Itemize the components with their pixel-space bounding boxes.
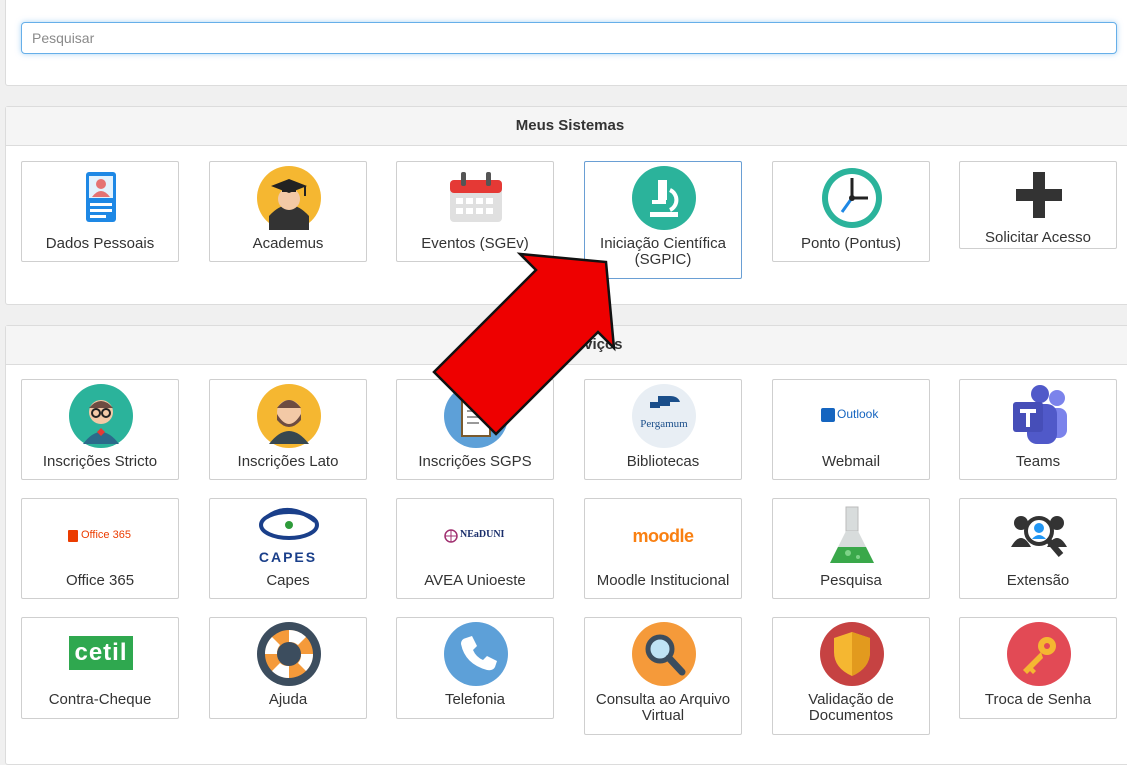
- tile-label: Pesquisa: [820, 572, 882, 589]
- tile-office365[interactable]: Office 365 Office 365: [21, 498, 179, 599]
- document-icon: [444, 384, 508, 448]
- tile-avea-unioeste[interactable]: NEaDUNI AVEA Unioeste: [396, 498, 554, 599]
- neaduni-logo-text: NEaDUNI: [460, 529, 505, 540]
- tile-eventos[interactable]: Eventos (SGEv): [396, 161, 554, 262]
- tile-ajuda[interactable]: Ajuda: [209, 617, 367, 719]
- tile-inscricoes-sgps[interactable]: Inscrições SGPS: [396, 379, 554, 480]
- magnifier-icon: [632, 622, 696, 686]
- plus-icon: [1016, 172, 1062, 218]
- tile-pesquisa[interactable]: Pesquisa: [772, 498, 930, 599]
- people-group-icon: [1011, 516, 1067, 557]
- graduate-icon: [257, 166, 321, 230]
- cetil-logo: cetil: [69, 636, 133, 670]
- lifebuoy-icon: [257, 622, 321, 686]
- tile-inscricoes-stricto[interactable]: Inscrições Stricto: [21, 379, 179, 480]
- tile-extensao[interactable]: Extensão: [959, 498, 1117, 599]
- tile-label: Solicitar Acesso: [985, 229, 1091, 246]
- tile-solicitar-acesso[interactable]: Solicitar Acesso: [959, 161, 1117, 249]
- tile-contra-cheque[interactable]: cetil Contra-Cheque: [21, 617, 179, 719]
- tile-label: AVEA Unioeste: [424, 572, 526, 589]
- microscope-icon: [632, 166, 696, 230]
- tile-iniciacao-cientifica[interactable]: Iniciação Científica (SGPIC): [584, 161, 742, 279]
- capes-logo-text: CAPES: [258, 549, 318, 565]
- neaduni-icon: [444, 529, 458, 543]
- professor-icon: [69, 384, 133, 448]
- tile-label: Troca de Senha: [984, 691, 1092, 708]
- id-card-icon: [86, 172, 116, 222]
- tile-label: Dados Pessoais: [45, 235, 155, 252]
- office365-logo-text: Office 365: [81, 529, 131, 541]
- tile-teams[interactable]: Teams: [959, 379, 1117, 480]
- tile-label: Teams: [1015, 453, 1061, 470]
- tile-label: Moodle Institucional: [596, 572, 730, 589]
- moodle-logo-text: moodle: [632, 526, 694, 546]
- tile-bibliotecas[interactable]: Pergamum Bibliotecas: [584, 379, 742, 480]
- tile-label: Capes: [266, 572, 310, 589]
- tile-validacao-documentos[interactable]: Validação de Documentos: [772, 617, 930, 735]
- pergamum-logo: [632, 384, 696, 448]
- tile-consulta-arquivo-virtual[interactable]: Consulta ao Arquivo Virtual: [584, 617, 742, 735]
- tile-label: Office 365: [65, 572, 135, 589]
- tile-label: Iniciação Científica (SGPIC): [600, 235, 726, 268]
- tile-ponto[interactable]: Ponto (Pontus): [772, 161, 930, 262]
- tile-label: Inscrições Stricto: [42, 453, 158, 470]
- tile-dados-pessoais[interactable]: Dados Pessoais: [21, 161, 179, 262]
- tile-label: Inscrições SGPS: [418, 453, 532, 470]
- capes-logo: [259, 508, 319, 540]
- teams-logo: [1013, 385, 1067, 444]
- tile-label: Validação de Documentos: [808, 691, 894, 724]
- meus-servicos-panel: Meus Serviços Inscrições Stricto Inscriç…: [5, 325, 1127, 765]
- meus-sistemas-panel: Meus Sistemas Dados Pessoais Academus Ev…: [5, 106, 1127, 305]
- tile-label: Telefonia: [444, 691, 506, 708]
- office365-icon: [68, 530, 78, 542]
- flask-icon: [830, 506, 874, 563]
- search-panel: [5, 0, 1127, 86]
- tile-label: Inscrições Lato: [237, 453, 339, 470]
- phone-icon: [444, 622, 508, 686]
- tile-telefonia[interactable]: Telefonia: [396, 617, 554, 719]
- pergamum-logo-text: Pergamum: [640, 418, 688, 430]
- tile-inscricoes-lato[interactable]: Inscrições Lato: [209, 379, 367, 480]
- tile-label: Ajuda: [268, 691, 308, 708]
- tile-label: Academus: [252, 235, 324, 252]
- tile-label: Consulta ao Arquivo Virtual: [595, 691, 731, 724]
- key-icon: [1007, 622, 1071, 686]
- tile-troca-senha[interactable]: Troca de Senha: [959, 617, 1117, 719]
- tile-academus[interactable]: Academus: [209, 161, 367, 262]
- search-input[interactable]: [21, 22, 1117, 54]
- meus-servicos-title: Meus Serviços: [6, 326, 1127, 365]
- tile-label: Bibliotecas: [626, 453, 700, 470]
- tile-label: Extensão: [1006, 572, 1070, 589]
- shield-icon: [820, 622, 884, 686]
- calendar-icon: [450, 172, 502, 222]
- tile-label: Contra-Cheque: [48, 691, 152, 708]
- clock-icon: [822, 168, 882, 228]
- meus-sistemas-title: Meus Sistemas: [6, 107, 1127, 146]
- tile-webmail[interactable]: Outlook Webmail: [772, 379, 930, 480]
- tile-label: Eventos (SGEv): [421, 235, 529, 252]
- outlook-icon: [821, 408, 835, 422]
- outlook-logo-text: Outlook: [837, 407, 879, 421]
- tile-label: Webmail: [821, 453, 881, 470]
- tile-capes[interactable]: CAPES Capes: [209, 498, 367, 599]
- tile-moodle[interactable]: moodle Moodle Institucional: [584, 498, 742, 599]
- tile-label: Ponto (Pontus): [800, 235, 902, 252]
- bearded-man-icon: [257, 384, 321, 448]
